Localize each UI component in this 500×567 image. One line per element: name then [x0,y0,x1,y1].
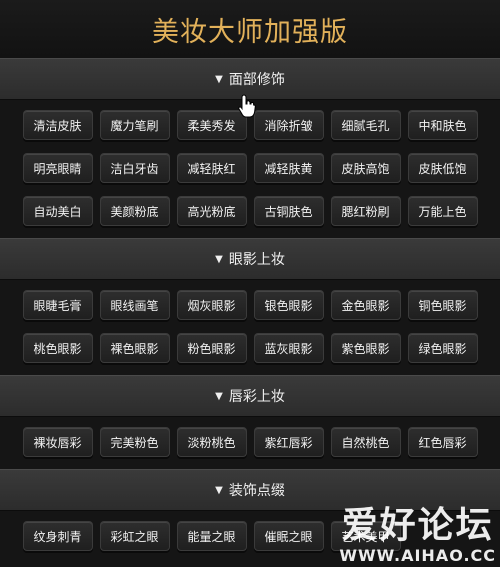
section-header-3[interactable]: ▼ 装饰点缀 [0,469,500,511]
effect-button[interactable]: 艺术美甲 [330,521,401,551]
button-grid: 纹身刺青 彩虹之眼 能量之眼 催眠之眼 艺术美甲 [0,511,500,563]
triangle-down-icon: ▼ [215,73,223,85]
effect-button[interactable]: 美颜粉底 [99,196,170,226]
app-title: 美妆大师加强版 [152,16,348,48]
effect-button[interactable]: 皮肤低饱 [407,153,478,183]
effect-button[interactable]: 魔力笔刷 [99,110,170,140]
effect-button[interactable]: 古铜肤色 [253,196,324,226]
effect-button[interactable]: 减轻肤黄 [253,153,324,183]
effect-button[interactable]: 桃色眼影 [22,333,93,363]
effect-button[interactable]: 洁白牙齿 [99,153,170,183]
section-title: 唇彩上妆 [228,389,285,405]
section-header-2[interactable]: ▼ 唇彩上妆 [0,375,500,417]
effect-button[interactable]: 自然桃色 [330,427,401,457]
effect-button[interactable]: 能量之眼 [176,521,247,551]
button-grid: 裸妆唇彩 完美粉色 淡粉桃色 紫红唇彩 自然桃色 红色唇彩 [0,417,500,469]
effect-button[interactable]: 明亮眼睛 [22,153,93,183]
effect-button[interactable]: 减轻肤红 [176,153,247,183]
button-grid: 清洁皮肤 魔力笔刷 柔美秀发 消除折皱 细腻毛孔 中和肤色明亮眼睛 洁白牙齿 减轻肤红 减轻肤黄… [0,100,500,238]
app-header: 美妆大师加强版 [0,0,500,58]
effect-button[interactable]: 紫色眼影 [330,333,401,363]
button-grid: 眼睫毛膏 眼线画笔 烟灰眼影 银色眼影 金色眼影 铜色眼影桃色眼影 裸色眼影 粉色眼影 蓝灰眼影… [0,280,500,375]
effect-button[interactable]: 绿色眼影 [407,333,478,363]
triangle-down-icon: ▼ [215,253,223,265]
effect-button[interactable]: 细腻毛孔 [330,110,401,140]
effect-button[interactable]: 铜色眼影 [407,290,478,320]
effect-button[interactable]: 紫红唇彩 [253,427,324,457]
effect-button[interactable]: 眼睫毛膏 [22,290,93,320]
hand-pointer-icon [238,94,256,118]
effect-button[interactable]: 柔美秀发 [176,110,247,140]
effect-button[interactable]: 高光粉底 [176,196,247,226]
effect-button[interactable]: 眼线画笔 [99,290,170,320]
effect-button[interactable]: 彩虹之眼 [99,521,170,551]
effect-button[interactable]: 烟灰眼影 [176,290,247,320]
effect-button[interactable]: 完美粉色 [99,427,170,457]
effect-button[interactable]: 金色眼影 [330,290,401,320]
effect-button[interactable]: 催眠之眼 [253,521,324,551]
section-title: 装饰点缀 [228,483,285,499]
effect-button[interactable]: 腮红粉刷 [330,196,401,226]
effect-button[interactable]: 裸色眼影 [99,333,170,363]
effect-button[interactable]: 纹身刺青 [22,521,93,551]
effect-button[interactable]: 消除折皱 [253,110,324,140]
effect-button[interactable]: 清洁皮肤 [22,110,93,140]
effect-button[interactable]: 淡粉桃色 [176,427,247,457]
section-header-1[interactable]: ▼ 眼影上妆 [0,238,500,280]
effect-button[interactable]: 蓝灰眼影 [253,333,324,363]
section-title: 眼影上妆 [228,252,285,268]
sections-container: ▼ 面部修饰 清洁皮肤 魔力笔刷 柔美秀发 消除折皱 细腻毛孔 中和肤色 明亮眼睛 洁白牙齿 减轻肤… [0,58,500,563]
effect-button[interactable]: 皮肤高饱 [330,153,401,183]
effect-button[interactable]: 红色唇彩 [407,427,478,457]
triangle-down-icon: ▼ [215,484,223,496]
effect-button[interactable]: 自动美白 [22,196,93,226]
effect-button[interactable]: 万能上色 [407,196,478,226]
effect-button[interactable]: 粉色眼影 [176,333,247,363]
effect-button[interactable]: 裸妆唇彩 [22,427,93,457]
effect-button[interactable]: 银色眼影 [253,290,324,320]
section-title: 面部修饰 [228,72,285,88]
triangle-down-icon: ▼ [215,390,223,402]
effect-button[interactable]: 中和肤色 [407,110,478,140]
